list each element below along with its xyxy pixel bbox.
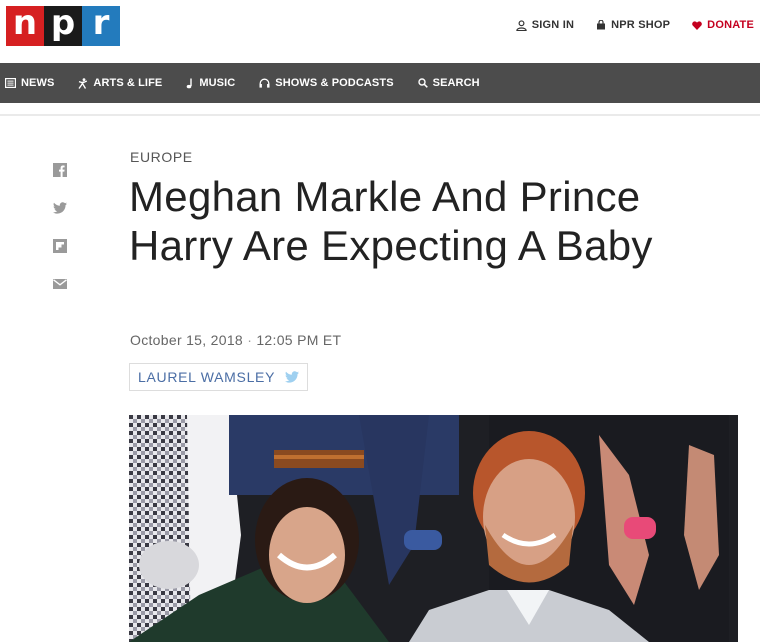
author-name[interactable]: LAUREL WAMSLEY bbox=[138, 369, 275, 385]
section-label[interactable]: EUROPE bbox=[130, 149, 193, 165]
twitter-icon bbox=[53, 202, 67, 214]
publish-time: 12:05 PM ET bbox=[256, 332, 342, 348]
email-icon bbox=[53, 279, 67, 289]
npr-logo[interactable]: n p r bbox=[6, 3, 120, 46]
divider bbox=[0, 114, 760, 116]
share-email-button[interactable] bbox=[53, 277, 67, 291]
nav-label-arts-life: ARTS & LIFE bbox=[93, 77, 163, 89]
donate-link[interactable]: DONATE bbox=[692, 19, 754, 31]
nav-label-music: MUSIC bbox=[199, 77, 236, 89]
share-twitter-button[interactable] bbox=[53, 201, 67, 215]
logo-letter-r: r bbox=[82, 3, 120, 46]
music-note-icon bbox=[187, 78, 193, 88]
facebook-icon bbox=[53, 163, 67, 177]
dateline: October 15, 2018 · 12:05 PM ET bbox=[130, 332, 341, 348]
nav-label-search: SEARCH bbox=[432, 77, 480, 89]
nav-item-arts-life[interactable]: ARTS & LIFE bbox=[78, 77, 162, 89]
sign-in-link[interactable]: SIGN IN bbox=[516, 19, 574, 31]
logo-letter-n: n bbox=[6, 3, 44, 46]
flipboard-icon bbox=[53, 239, 67, 253]
author-byline: LAUREL WAMSLEY bbox=[129, 363, 309, 391]
logo-letter-p: p bbox=[44, 3, 82, 46]
share-facebook-button[interactable] bbox=[53, 163, 67, 177]
donate-label: DONATE bbox=[707, 19, 754, 31]
npr-shop-link[interactable]: NPR SHOP bbox=[596, 19, 670, 31]
user-icon bbox=[516, 19, 527, 31]
nav-label-news: NEWS bbox=[21, 77, 55, 89]
author-twitter-icon[interactable] bbox=[285, 371, 300, 383]
headphones-icon bbox=[259, 78, 270, 88]
sign-in-label: SIGN IN bbox=[531, 19, 575, 31]
date-separator: · bbox=[243, 332, 257, 348]
site-header: n p r SIGN IN NPR SHOP DONATE bbox=[0, 0, 760, 63]
share-tools bbox=[53, 163, 67, 291]
article-photo[interactable] bbox=[129, 415, 738, 642]
nav-item-music[interactable]: MUSIC bbox=[186, 77, 235, 89]
nav-item-search[interactable]: SEARCH bbox=[417, 77, 480, 89]
photo-illustration bbox=[129, 415, 738, 642]
main-nav: NEWS ARTS & LIFE MUSIC SHOWS & PODCASTS … bbox=[0, 63, 760, 103]
search-icon bbox=[417, 78, 428, 88]
share-flipboard-button[interactable] bbox=[53, 239, 67, 253]
shopping-bag-icon bbox=[597, 20, 606, 30]
nav-label-shows-podcasts: SHOWS & PODCASTS bbox=[275, 77, 394, 89]
nav-item-shows-podcasts[interactable]: SHOWS & PODCASTS bbox=[259, 77, 394, 89]
nav-item-news[interactable]: NEWS bbox=[5, 77, 54, 89]
news-icon bbox=[5, 78, 16, 88]
article-headline: Meghan Markle And Prince Harry Are Expec… bbox=[129, 173, 653, 269]
npr-shop-label: NPR SHOP bbox=[611, 19, 671, 31]
publish-date: October 15, 2018 bbox=[130, 332, 243, 348]
heart-icon bbox=[692, 20, 702, 30]
arts-life-icon bbox=[78, 77, 88, 89]
utility-nav: SIGN IN NPR SHOP DONATE bbox=[516, 19, 754, 31]
